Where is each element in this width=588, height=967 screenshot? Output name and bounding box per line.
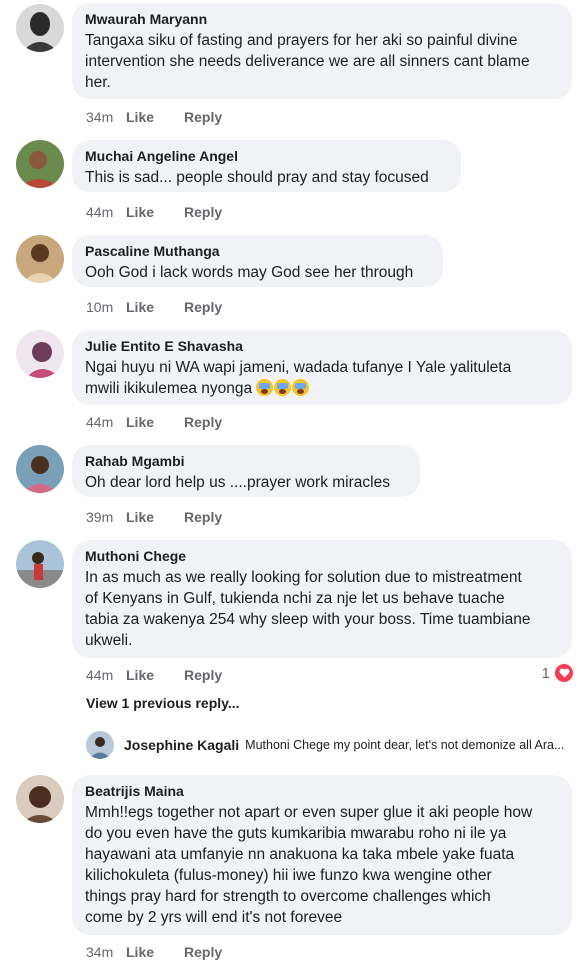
- comment-bubble: Muthoni Chege In as much as we really lo…: [72, 540, 572, 658]
- comment-actions: 39m Like Reply: [86, 509, 222, 525]
- comment-text: Mmh!!egs together not apart or even supe…: [85, 802, 559, 928]
- reply-button[interactable]: Reply: [184, 109, 222, 125]
- avatar[interactable]: [16, 140, 64, 188]
- comment-time: 44m: [86, 414, 114, 430]
- comment-actions: 10m Like Reply: [86, 299, 222, 315]
- comment-text: Oh dear lord help us ....prayer work mir…: [85, 474, 390, 491]
- comment-text: Tangaxa siku of fasting and prayers for …: [85, 30, 559, 93]
- comment-line: In as much as we really looking for solu…: [85, 569, 522, 586]
- comment-time: 34m: [86, 944, 114, 960]
- commenter-name[interactable]: Pascaline Muthanga: [85, 242, 430, 260]
- avatar[interactable]: [86, 731, 114, 759]
- crying-face-emoji-icon: [292, 379, 310, 396]
- commenter-name[interactable]: Mwaurah Maryann: [85, 10, 559, 28]
- comment-line: hayawani ata umfanyie nn anakuona ka tak…: [85, 846, 515, 863]
- comment-text: This is sad... people should pray and st…: [85, 169, 429, 186]
- comment-line: Mmh!!egs together not apart or even supe…: [85, 804, 533, 821]
- view-previous-replies-link[interactable]: View 1 previous reply...: [86, 695, 240, 711]
- comment-time: 44m: [86, 204, 114, 220]
- comment-line: kilichokuleta (fulus-money) hii iwe funz…: [85, 867, 492, 884]
- reply-author-name[interactable]: Josephine Kagali: [124, 737, 239, 753]
- comment-text: Ooh God i lack words may God see her thr…: [85, 264, 414, 281]
- commenter-name[interactable]: Muthoni Chege: [85, 547, 559, 565]
- comment-actions: 34m Like Reply: [86, 944, 222, 960]
- avatar[interactable]: [16, 540, 64, 588]
- comment-line: her.: [85, 74, 111, 91]
- comment-time: 39m: [86, 509, 114, 525]
- comment-line: Tangaxa siku of fasting and prayers for …: [85, 32, 518, 49]
- avatar[interactable]: [16, 235, 64, 283]
- reply-button[interactable]: Reply: [184, 414, 222, 430]
- like-button[interactable]: Like: [126, 509, 184, 525]
- comment-text: In as much as we really looking for solu…: [85, 567, 559, 651]
- reply-button[interactable]: Reply: [184, 509, 222, 525]
- commenter-name[interactable]: Rahab Mgambi: [85, 452, 407, 470]
- avatar[interactable]: [16, 775, 64, 823]
- comment-line: come by 2 yrs will end it's not forevee: [85, 909, 343, 926]
- comment-line: do you even have the guts kumkaribia mwa…: [85, 825, 507, 842]
- reply-button[interactable]: Reply: [184, 204, 222, 220]
- comment-text: Ngai huyu ni WA wapi jameni, wadada tufa…: [85, 357, 559, 399]
- comment-actions: 34m Like Reply: [86, 109, 222, 125]
- comment-line: things pray hard for strength to overcom…: [85, 888, 491, 905]
- reaction-count: 1: [541, 664, 550, 682]
- comment-line: Ngai huyu ni WA wapi jameni, wadada tufa…: [85, 359, 512, 376]
- comment-actions: 44m Like Reply: [86, 667, 222, 683]
- avatar[interactable]: [16, 445, 64, 493]
- comment-bubble: Rahab Mgambi Oh dear lord help us ....pr…: [72, 445, 420, 497]
- comment-bubble: Muchai Angeline Angel This is sad... peo…: [72, 140, 461, 192]
- comment-bubble: Julie Entito E Shavasha Ngai huyu ni WA …: [72, 330, 572, 405]
- commenter-name[interactable]: Beatrijis Maina: [85, 782, 559, 800]
- avatar[interactable]: [16, 330, 64, 378]
- comment-time: 34m: [86, 109, 114, 125]
- commenter-name[interactable]: Muchai Angeline Angel: [85, 147, 448, 165]
- like-button[interactable]: Like: [126, 667, 184, 683]
- comment-line: intervention she needs deliverance we ar…: [85, 53, 530, 70]
- reply-text: Muthoni Chege my point dear, let's not d…: [245, 738, 565, 752]
- comment-bubble: Pascaline Muthanga Ooh God i lack words …: [72, 235, 443, 287]
- reply-button[interactable]: Reply: [184, 944, 222, 960]
- like-button[interactable]: Like: [126, 299, 184, 315]
- like-button[interactable]: Like: [126, 414, 184, 430]
- like-button[interactable]: Like: [126, 204, 184, 220]
- heart-icon: [554, 663, 574, 683]
- reply-button[interactable]: Reply: [184, 667, 222, 683]
- reply-button[interactable]: Reply: [184, 299, 222, 315]
- comment-line: ukweli.: [85, 632, 133, 649]
- comment-actions: 44m Like Reply: [86, 204, 222, 220]
- comment-bubble: Beatrijis Maina Mmh!!egs together not ap…: [72, 775, 572, 935]
- commenter-name[interactable]: Julie Entito E Shavasha: [85, 337, 559, 355]
- avatar[interactable]: [16, 4, 64, 52]
- crying-face-emoji-icon: [256, 379, 274, 396]
- like-button[interactable]: Like: [126, 109, 184, 125]
- comment-actions: 44m Like Reply: [86, 414, 222, 430]
- crying-face-emoji-icon: [274, 379, 292, 396]
- reaction-summary[interactable]: 1: [542, 663, 574, 683]
- comment-line: tabia za wakenya 254 why sleep with your…: [85, 611, 531, 628]
- like-button[interactable]: Like: [126, 944, 184, 960]
- comment-time: 44m: [86, 667, 114, 683]
- comment-time: 10m: [86, 299, 114, 315]
- comment-bubble: Mwaurah Maryann Tangaxa siku of fasting …: [72, 3, 572, 99]
- comment-line: mwili ikikulemea nyonga: [85, 378, 559, 399]
- comment-line-text: mwili ikikulemea nyonga: [85, 380, 253, 397]
- reply-preview[interactable]: Josephine Kagali Muthoni Chege my point …: [86, 731, 564, 759]
- comment-line: of Kenyans in Gulf, tukienda nchi za nje…: [85, 590, 505, 607]
